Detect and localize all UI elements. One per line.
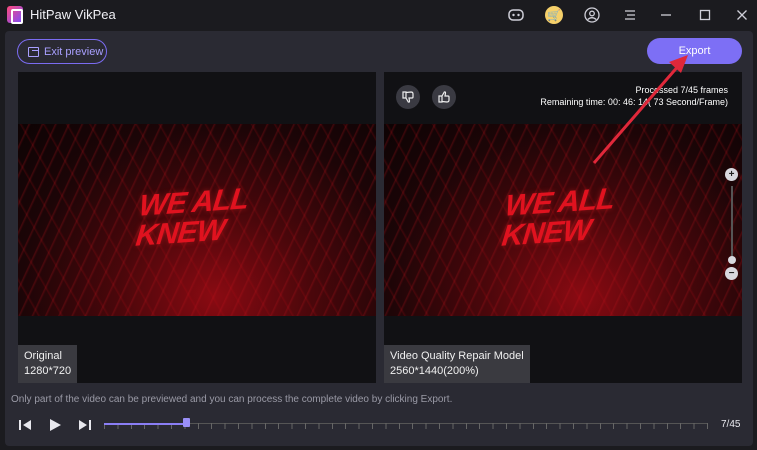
- repaired-caption: Video Quality Repair Model 2560*1440(200…: [384, 345, 530, 383]
- processing-status: Processed 7/45 frames Remaining time: 00…: [540, 84, 728, 108]
- play-button[interactable]: [49, 417, 62, 433]
- repaired-preview-pane: Processed 7/45 frames Remaining time: 00…: [384, 72, 742, 383]
- timeline-ticks: [104, 423, 708, 429]
- discord-icon[interactable]: [506, 5, 526, 25]
- previous-frame-button[interactable]: [19, 417, 33, 433]
- timeline-slider[interactable]: [104, 418, 708, 432]
- timeline-progress: [104, 423, 186, 425]
- exit-icon: [28, 46, 39, 57]
- original-label: Original: [24, 350, 62, 362]
- zoom-control: + −: [725, 168, 739, 280]
- zoom-slider-track[interactable]: [731, 186, 733, 260]
- zoom-out-icon[interactable]: −: [725, 267, 738, 280]
- frame-counter: 7/45: [721, 419, 741, 430]
- original-video-frame: WE ALL KNEW: [18, 124, 376, 316]
- app-title: HitPaw VikPea: [30, 7, 116, 22]
- original-caption: Original 1280*720: [18, 345, 78, 383]
- thumbs-up-icon[interactable]: [432, 85, 456, 109]
- thumbs-down-icon[interactable]: [396, 85, 420, 109]
- export-button[interactable]: Export: [647, 38, 742, 64]
- original-preview-pane: WE ALL KNEW Original 1280*720: [18, 72, 376, 383]
- repaired-resolution: 2560*1440(200%): [390, 365, 479, 377]
- zoom-slider-handle[interactable]: [728, 256, 736, 264]
- preview-info-text: Only part of the video can be previewed …: [11, 394, 453, 405]
- zoom-in-icon[interactable]: +: [725, 168, 738, 181]
- minimize-icon[interactable]: [656, 5, 676, 25]
- app-logo: [7, 6, 23, 24]
- maximize-icon[interactable]: [695, 5, 715, 25]
- exit-preview-button[interactable]: Exit preview: [17, 39, 107, 64]
- exit-preview-label: Exit preview: [44, 45, 104, 58]
- timeline-handle[interactable]: [183, 418, 190, 427]
- repaired-video-frame: WE ALL KNEW: [384, 124, 742, 316]
- model-label: Video Quality Repair Model: [390, 350, 524, 362]
- user-icon[interactable]: [582, 5, 602, 25]
- menu-icon[interactable]: [620, 5, 640, 25]
- title-bar: HitPaw VikPea 🛒: [0, 0, 757, 30]
- remaining-time-text: Remaining time: 00: 46: 14( 73 Second/Fr…: [540, 97, 728, 107]
- processed-frames-text: Processed 7/45 frames: [635, 85, 728, 95]
- video-title-text: WE ALL KNEW: [134, 182, 250, 252]
- video-title-text: WE ALL KNEW: [500, 182, 616, 252]
- next-frame-button[interactable]: [77, 417, 91, 433]
- original-resolution: 1280*720: [24, 365, 72, 377]
- close-icon[interactable]: [732, 5, 752, 25]
- cart-icon[interactable]: 🛒: [545, 6, 563, 24]
